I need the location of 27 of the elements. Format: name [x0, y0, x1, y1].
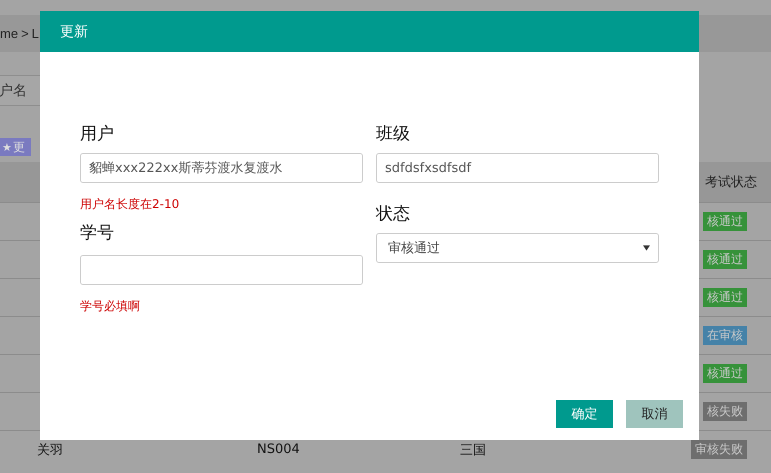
status-badge: 审核失败: [691, 440, 747, 459]
status-badge: 核通过: [703, 212, 747, 231]
error-message: 学号必填啊: [80, 298, 141, 314]
status-select[interactable]: 审核通过: [376, 233, 659, 263]
column-header: 考试状态: [705, 174, 757, 191]
input-field[interactable]: [80, 255, 363, 285]
status-badge: 核通过: [703, 250, 747, 269]
status-badge: 核通过: [703, 364, 747, 383]
table-cell-text: 关羽: [37, 442, 64, 458]
input-field[interactable]: 貂蝉xxx222xx斯蒂芬渡水复渡水: [80, 153, 363, 183]
field-label: 用户: [80, 123, 115, 145]
table-cell-text: NS004: [257, 442, 301, 457]
cancel-button[interactable]: 取消: [626, 400, 683, 428]
field-label: 学号: [80, 222, 115, 244]
field-label: 班级: [376, 123, 411, 145]
breadcrumb-item[interactable]: L: [32, 26, 39, 41]
field-label: 状态: [376, 203, 411, 225]
caret-icon: [643, 245, 650, 251]
status-badge: 核通过: [703, 288, 747, 307]
input-field[interactable]: sdfdsfxsdfsdf: [376, 153, 659, 183]
error-message: 用户名长度在2-10: [80, 196, 180, 212]
status-badge: 在审核: [703, 326, 747, 345]
dialog-title: 更新: [60, 22, 88, 40]
breadcrumb-item[interactable]: me: [0, 26, 18, 41]
breadcrumb-separator: >: [21, 26, 29, 41]
table-cell-text: 三国: [460, 442, 487, 458]
status-badge: 核失败: [703, 402, 747, 421]
